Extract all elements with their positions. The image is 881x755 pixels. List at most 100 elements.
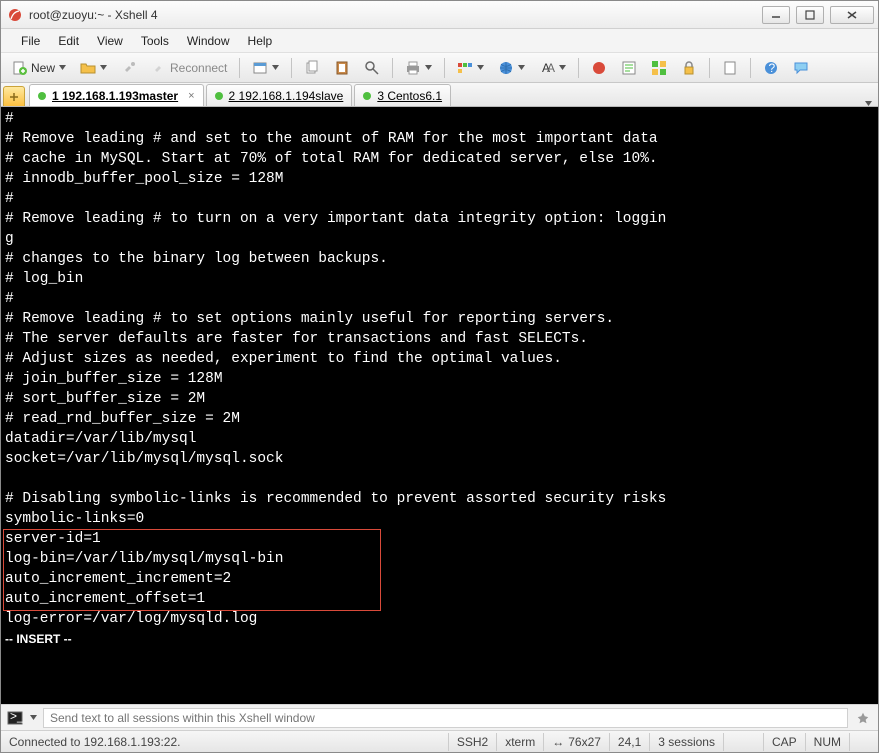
toolbar-separator — [392, 58, 393, 78]
open-button[interactable] — [75, 57, 112, 79]
font-button[interactable]: AA — [534, 57, 571, 79]
menu-view[interactable]: View — [89, 31, 131, 51]
tab-session-2[interactable]: 2 192.168.1.194slave — [206, 84, 353, 106]
status-dot-icon — [363, 92, 371, 100]
menu-window[interactable]: Window — [179, 31, 238, 51]
feedback-button[interactable] — [788, 57, 814, 79]
menu-file[interactable]: File — [13, 31, 48, 51]
tile-button[interactable] — [646, 57, 672, 79]
toolbar-separator — [578, 58, 579, 78]
dropdown-arrow-icon — [518, 65, 525, 70]
copy-button[interactable] — [299, 57, 325, 79]
tab-label: 2 192.168.1.194slave — [229, 89, 344, 103]
disconnect-button[interactable] — [116, 57, 142, 79]
toolbar: New Reconnect AA — [1, 53, 878, 83]
status-caps: CAP — [764, 733, 806, 751]
toolbar-separator — [239, 58, 240, 78]
status-connected: Connected to 192.168.1.193:22. — [9, 735, 180, 749]
status-termtype: xterm — [497, 733, 544, 751]
tab-label: 3 Centos6.1 — [377, 89, 442, 103]
copy-icon — [304, 60, 320, 76]
paste-icon — [334, 60, 350, 76]
printer-icon — [405, 60, 421, 76]
menu-tools[interactable]: Tools — [133, 31, 177, 51]
tab-session-1[interactable]: 1 192.168.1.193master × — [29, 84, 204, 106]
dropdown-arrow-icon — [59, 65, 66, 70]
page-icon — [722, 60, 738, 76]
send-input[interactable] — [43, 708, 848, 728]
toolbar-separator — [291, 58, 292, 78]
minimize-button[interactable] — [762, 6, 790, 24]
new-label: New — [31, 61, 55, 75]
print-button[interactable] — [400, 57, 437, 79]
status-dot-icon — [38, 92, 46, 100]
font-icon: AA — [539, 60, 555, 76]
pin-button[interactable] — [854, 709, 872, 727]
find-button[interactable] — [359, 57, 385, 79]
tab-bar: 1 192.168.1.193master × 2 192.168.1.194s… — [1, 83, 878, 107]
status-sessions: 3 sessions — [650, 733, 724, 751]
svg-text:A: A — [547, 61, 555, 75]
new-button[interactable]: New — [7, 57, 71, 79]
color-scheme-button[interactable] — [452, 57, 489, 79]
status-num: NUM — [806, 733, 850, 751]
svg-text:?: ? — [769, 61, 776, 75]
dropdown-arrow-icon — [865, 101, 872, 106]
tab-session-3[interactable]: 3 Centos6.1 — [354, 84, 451, 106]
title-bar[interactable]: root@zuoyu:~ - Xshell 4 — [1, 1, 878, 29]
toolbar-separator — [709, 58, 710, 78]
properties-button[interactable] — [247, 57, 284, 79]
close-icon[interactable]: × — [188, 90, 194, 102]
status-blank2 — [850, 733, 870, 751]
dropdown-arrow-icon — [272, 65, 279, 70]
size-icon: ↔ — [552, 735, 564, 749]
status-spacer — [180, 733, 448, 751]
web-button[interactable] — [493, 57, 530, 79]
grid-icon — [651, 60, 667, 76]
menu-bar: File Edit View Tools Window Help — [1, 29, 878, 53]
tab-menu-button[interactable] — [859, 101, 878, 106]
compose-bar: >_ — [1, 704, 878, 730]
status-cursor: 24,1 — [610, 733, 650, 751]
reconnect-label: Reconnect — [170, 61, 227, 75]
status-dot-icon — [215, 92, 223, 100]
dropdown-arrow-icon — [559, 65, 566, 70]
search-icon — [364, 60, 380, 76]
add-tab-button[interactable] — [3, 86, 25, 106]
terminal-output[interactable]: # # Remove leading # and set to the amou… — [1, 107, 878, 704]
properties-icon — [252, 60, 268, 76]
reconnect-button[interactable]: Reconnect — [146, 57, 232, 79]
script-icon — [621, 60, 637, 76]
folder-icon — [80, 60, 96, 76]
help-button[interactable]: ? — [758, 57, 784, 79]
xshell-icon — [591, 60, 607, 76]
terminal-icon[interactable]: >_ — [7, 710, 23, 726]
dropdown-arrow-icon — [477, 65, 484, 70]
status-bar: Connected to 192.168.1.193:22. SSH2 xter… — [1, 730, 878, 752]
disconnect-icon — [121, 60, 137, 76]
menu-help[interactable]: Help — [240, 31, 281, 51]
xshell-button[interactable] — [586, 57, 612, 79]
palette-icon — [457, 60, 473, 76]
lock-icon — [681, 60, 697, 76]
close-button[interactable] — [830, 6, 874, 24]
maximize-button[interactable] — [796, 6, 824, 24]
tab-label: 1 192.168.1.193master — [52, 89, 178, 103]
app-icon — [7, 7, 23, 23]
script-button[interactable] — [616, 57, 642, 79]
app-window: root@zuoyu:~ - Xshell 4 File Edit View T… — [0, 0, 879, 753]
toolbar-separator — [444, 58, 445, 78]
dropdown-arrow-icon[interactable] — [30, 715, 37, 720]
dropdown-arrow-icon — [100, 65, 107, 70]
globe-icon — [498, 60, 514, 76]
toolbar-separator — [750, 58, 751, 78]
status-size: ↔76x27 — [544, 733, 610, 751]
menu-edit[interactable]: Edit — [50, 31, 87, 51]
new-icon — [12, 60, 28, 76]
paste-button[interactable] — [329, 57, 355, 79]
lock-button[interactable] — [676, 57, 702, 79]
page-button[interactable] — [717, 57, 743, 79]
status-blank — [724, 733, 764, 751]
window-title: root@zuoyu:~ - Xshell 4 — [29, 8, 762, 22]
speech-bubble-icon — [793, 60, 809, 76]
